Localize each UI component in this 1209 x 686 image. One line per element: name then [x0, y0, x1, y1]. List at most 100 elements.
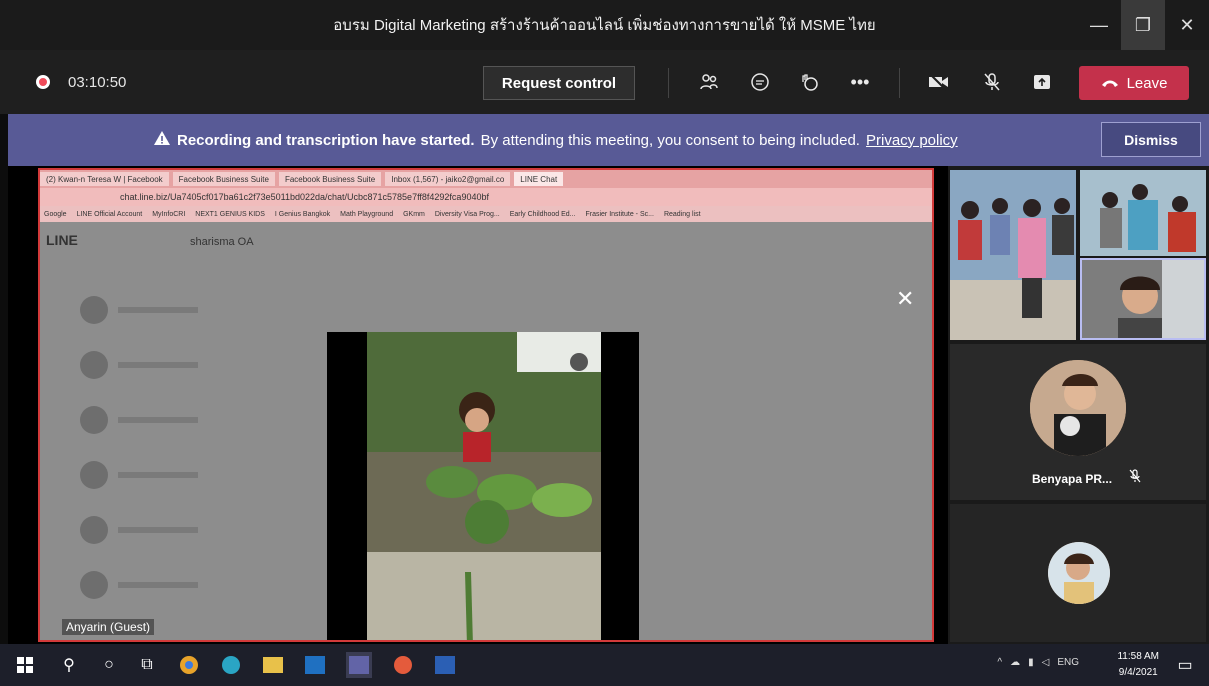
close-icon[interactable]: ✕: [896, 286, 914, 312]
banner-message: Recording and transcription have started…: [153, 130, 958, 150]
app-icon[interactable]: [390, 652, 416, 678]
recording-icon: [36, 75, 50, 89]
task-view-icon[interactable]: ⧉: [134, 652, 160, 678]
toolbar-divider: [899, 68, 900, 98]
browser-tab[interactable]: Inbox (1,567) - jaiko2@gmail.co: [385, 172, 511, 186]
chevron-up-icon[interactable]: ^: [997, 657, 1002, 668]
bookmark[interactable]: Reading list: [664, 211, 701, 218]
shared-browser: (2) Kwan-n Teresa W | Facebook Facebook …: [38, 168, 934, 642]
participants-icon[interactable]: [697, 70, 721, 94]
shared-screen-stage: (2) Kwan-n Teresa W | Facebook Facebook …: [8, 166, 948, 644]
chat-icon[interactable]: [748, 70, 772, 94]
avatar: [80, 570, 108, 599]
windows-taskbar: ⚲ ○ ⧉ ^ ☁ ▮ ◁ ENG 11:58 AM 9/4/2021 ▭: [0, 644, 1209, 686]
maximize-button[interactable]: ❐: [1121, 0, 1165, 50]
bookmark[interactable]: Frasier Institute - Sc...: [585, 211, 653, 218]
system-clock[interactable]: 11:58 AM 9/4/2021: [1117, 649, 1159, 681]
bookmark[interactable]: Early Childhood Ed...: [510, 211, 576, 218]
windows-start-icon[interactable]: [12, 652, 38, 678]
cortana-icon[interactable]: ○: [96, 652, 122, 678]
participant-tile[interactable]: Benyapa PR...: [950, 344, 1206, 500]
bookmark[interactable]: GKmm: [403, 211, 425, 218]
search-icon[interactable]: ⚲: [56, 652, 82, 678]
phone-hangup-icon: [1101, 75, 1119, 92]
meeting-toolbar: 03:10:50 Request control ••• Leave: [0, 50, 1209, 114]
window-title: อบรม Digital Marketing สร้างร้านค้าออนไล…: [333, 17, 876, 34]
participant-video[interactable]: [1080, 170, 1206, 256]
word-icon[interactable]: [432, 652, 458, 678]
clock-date: 9/4/2021: [1118, 667, 1158, 678]
bookmark[interactable]: Diversity Visa Prog...: [435, 211, 500, 218]
network-icon[interactable]: ▮: [1028, 657, 1034, 668]
avatar: [80, 515, 108, 544]
list-item: [80, 282, 280, 337]
bookmark[interactable]: Google: [44, 211, 67, 218]
bookmark[interactable]: LINE Official Account: [77, 211, 143, 218]
dismiss-button[interactable]: Dismiss: [1101, 122, 1201, 157]
address-bar[interactable]: chat.line.biz/Ua7405cf017ba61c2f73e5011b…: [40, 188, 932, 206]
notification-icon[interactable]: ▭: [1172, 652, 1198, 678]
warning-icon: [153, 130, 171, 150]
toolbar-divider: [668, 68, 669, 98]
title-bar: อบรม Digital Marketing สร้างร้านค้าออนไล…: [0, 0, 1209, 50]
line-chat-dimmed: LINE sharisma OA ✕: [40, 222, 932, 640]
recording-banner: Recording and transcription have started…: [8, 114, 1209, 166]
edge-icon[interactable]: [218, 652, 244, 678]
participant-video[interactable]: [950, 170, 1076, 340]
presenter-name: Anyarin (Guest): [62, 619, 155, 635]
avatar: [80, 295, 108, 324]
mic-off-icon[interactable]: [980, 70, 1004, 94]
leave-button[interactable]: Leave: [1079, 66, 1189, 100]
file-explorer-icon[interactable]: [260, 652, 286, 678]
browser-tab[interactable]: Facebook Business Suite: [278, 172, 382, 186]
system-tray: ^ ☁ ▮ ◁ ENG: [997, 657, 1079, 668]
volume-icon[interactable]: ◁: [1042, 657, 1050, 668]
more-actions-icon[interactable]: •••: [848, 70, 872, 94]
line-account-name: sharisma OA: [190, 236, 254, 248]
close-button[interactable]: ✕: [1165, 0, 1209, 50]
browser-tab[interactable]: (2) Kwan-n Teresa W | Facebook: [40, 172, 169, 186]
window-controls: — ❐ ✕: [1077, 0, 1209, 50]
list-item: [80, 392, 280, 447]
avatar: [1048, 542, 1110, 604]
avatar: [80, 405, 108, 434]
teams-icon[interactable]: [346, 652, 372, 678]
bookmark[interactable]: NEXT1 GENIUS KIDS: [195, 211, 265, 218]
bookmark[interactable]: Math Playground: [340, 211, 393, 218]
reactions-icon[interactable]: [797, 70, 821, 94]
share-screen-icon[interactable]: [1030, 70, 1054, 94]
browser-tab[interactable]: LINE Chat: [514, 172, 564, 186]
chat-list: [80, 282, 280, 612]
participant-tile[interactable]: [950, 504, 1206, 642]
language-indicator[interactable]: ENG: [1057, 657, 1079, 668]
bookmarks-bar: Google LINE Official Account MyInfoCRI N…: [40, 206, 932, 222]
participants-panel: Benyapa PR...: [948, 166, 1209, 644]
clock-time: 11:58 AM: [1117, 651, 1159, 662]
avatar: [80, 460, 108, 489]
privacy-policy-link[interactable]: Privacy policy: [866, 132, 958, 149]
banner-bold-text: Recording and transcription have started…: [177, 131, 475, 149]
browser-tab[interactable]: Facebook Business Suite: [172, 172, 275, 186]
meeting-timer: 03:10:50: [68, 73, 127, 91]
avatar: [1030, 360, 1126, 456]
list-item: [80, 447, 280, 502]
avatar: [80, 350, 108, 379]
participant-name: Benyapa PR...: [1032, 469, 1141, 486]
camera-off-icon[interactable]: [927, 70, 951, 94]
list-item: [80, 502, 280, 557]
image-viewer: [327, 332, 639, 640]
browser-tabs: (2) Kwan-n Teresa W | Facebook Facebook …: [40, 170, 932, 188]
list-item: [80, 557, 280, 612]
list-item: [80, 337, 280, 392]
bookmark[interactable]: I Genius Bangkok: [275, 211, 330, 218]
banner-text: By attending this meeting, you consent t…: [480, 131, 860, 149]
request-control-button[interactable]: Request control: [483, 66, 635, 100]
chrome-icon[interactable]: [176, 652, 202, 678]
line-logo: LINE: [46, 232, 78, 248]
minimize-button[interactable]: —: [1077, 0, 1121, 50]
outlook-icon[interactable]: [302, 652, 328, 678]
participant-video[interactable]: [1080, 258, 1206, 340]
shared-photo: [367, 332, 601, 640]
bookmark[interactable]: MyInfoCRI: [152, 211, 185, 218]
onedrive-icon[interactable]: ☁: [1010, 657, 1020, 668]
